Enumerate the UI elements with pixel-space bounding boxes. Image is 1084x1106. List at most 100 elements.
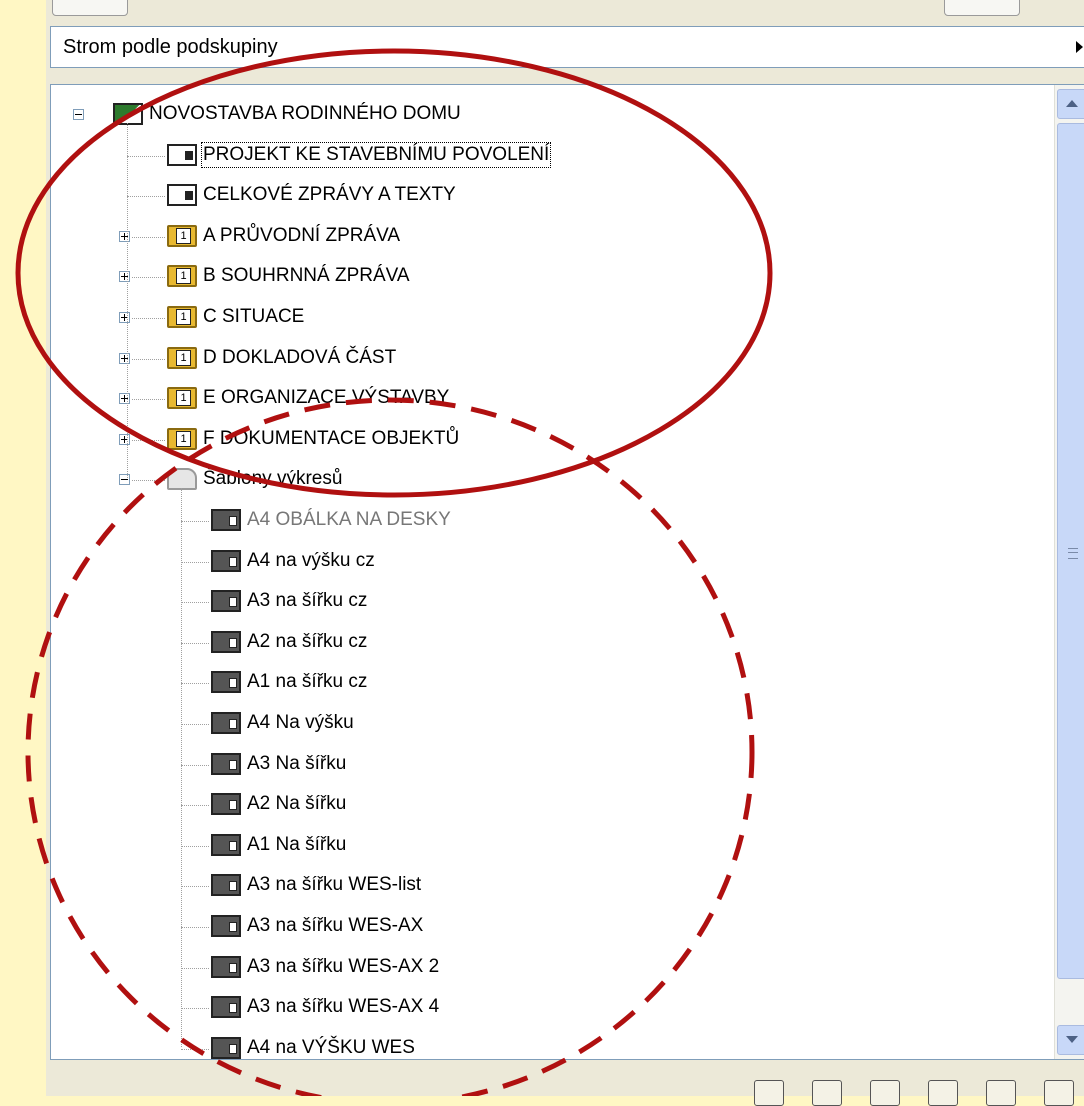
- tree-connector: [181, 764, 209, 766]
- new-page-icon[interactable]: [812, 1080, 842, 1106]
- scroll-down-icon[interactable]: [1057, 1025, 1084, 1055]
- folder-icon: [167, 387, 197, 410]
- template-node-label: A3 Na šířku: [247, 752, 347, 774]
- tree-view-select[interactable]: Strom podle podskupiny: [50, 26, 1084, 68]
- tree-node[interactable]: E ORGANIZACE VÝSTAVBY: [51, 379, 1051, 419]
- delete-icon[interactable]: [1044, 1080, 1074, 1106]
- tree-connector: [181, 845, 209, 847]
- template-node-label: A3 na šířku WES-AX: [247, 915, 424, 936]
- template-node[interactable]: A3 na šířku WES-AX: [51, 907, 1051, 947]
- expand-icon[interactable]: [119, 312, 130, 323]
- tree-connector: [132, 480, 165, 482]
- tree-node-label: CELKOVÉ ZPRÁVY A TEXTY: [203, 184, 456, 206]
- tree-connector: [132, 277, 165, 279]
- drawing-template-icon: [211, 549, 241, 572]
- tree-view-select-value: Strom podle podskupiny: [63, 36, 278, 58]
- template-node-label: A2 Na šířku: [247, 793, 347, 815]
- project-icon: [113, 103, 143, 125]
- drawing-template-icon: [211, 915, 241, 937]
- drawing-template-icon: [211, 1036, 241, 1059]
- new-template-icon[interactable]: [870, 1080, 900, 1106]
- folder-icon: [167, 224, 197, 247]
- expand-icon[interactable]: [119, 230, 130, 242]
- tree-node[interactable]: B SOUHRNNÁ ZPRÁVA: [51, 257, 1051, 297]
- collapse-icon[interactable]: [119, 474, 130, 486]
- tree-node-label: NOVOSTAVBA RODINNÉHO DOMU: [149, 103, 461, 124]
- tree-connector: [181, 927, 209, 928]
- tree-node[interactable]: PROJEKT KE STAVEBNÍMU POVOLENÍ: [51, 136, 1051, 176]
- tree-root-node[interactable]: NOVOSTAVBA RODINNÉHO DOMU: [51, 95, 1051, 135]
- drawing-template-icon: [211, 955, 241, 978]
- tree-connector: [181, 602, 209, 604]
- tree-connector: [132, 318, 165, 319]
- scroll-up-icon[interactable]: [1057, 89, 1084, 119]
- tree-connector: [181, 1048, 209, 1050]
- tree-node[interactable]: CELKOVÉ ZPRÁVY A TEXTY: [51, 176, 1051, 216]
- template-node-label: A3 na šířku cz: [247, 590, 368, 612]
- template-node-label: A3 na šířku WES-AX 2: [247, 955, 440, 977]
- tree-connector: [127, 196, 165, 198]
- bottom-toolbar: [46, 1060, 1084, 1106]
- drawing-template-icon: [211, 630, 241, 653]
- tree-connector: [181, 967, 209, 969]
- tree-connector: [181, 488, 182, 1047]
- tree-node[interactable]: F DOKUMENTACE OBJEKTŮ: [51, 420, 1051, 460]
- top-right-button[interactable]: [944, 0, 1020, 16]
- template-node[interactable]: A1 Na šířku: [51, 826, 1051, 866]
- tree-connector: [127, 123, 128, 479]
- template-node[interactable]: A4 na výšku cz: [51, 542, 1051, 582]
- tree-node[interactable]: A PRŮVODNÍ ZPRÁVA: [51, 217, 1051, 257]
- tree-node-label: F DOKUMENTACE OBJEKTŮ: [203, 427, 460, 449]
- expand-icon[interactable]: [119, 393, 130, 405]
- folder-icon: [167, 265, 197, 288]
- template-node[interactable]: A3 na šířku WES-AX 2: [51, 948, 1051, 988]
- drawing-template-icon: [211, 874, 241, 897]
- vertical-scrollbar[interactable]: [1054, 85, 1084, 1059]
- record-icon[interactable]: [986, 1080, 1016, 1106]
- expand-icon[interactable]: [119, 352, 130, 364]
- tree-connector: [181, 1008, 209, 1010]
- project-tree[interactable]: NOVOSTAVBA RODINNÉHO DOMU PROJEKT KE STAV…: [50, 84, 1084, 1060]
- template-node-label: A4 na VÝŠKU WES: [247, 1036, 415, 1058]
- folder-icon: [167, 346, 197, 369]
- tree-node[interactable]: Šablony výkresů: [51, 460, 1051, 500]
- tree-node-label: PROJEKT KE STAVEBNÍMU POVOLENÍ: [200, 141, 552, 168]
- tree-connector: [132, 399, 165, 401]
- tree-connector: [127, 155, 165, 157]
- template-node[interactable]: A3 Na šířku: [51, 745, 1051, 785]
- tree-node-label: A PRŮVODNÍ ZPRÁVA: [203, 224, 401, 246]
- tree-node-label: C SITUACE: [203, 306, 305, 327]
- folder-icon: [167, 427, 197, 450]
- template-node[interactable]: A2 Na šířku: [51, 785, 1051, 825]
- scroll-thumb[interactable]: [1057, 123, 1084, 979]
- tree-connector: [132, 439, 165, 441]
- tree-connector: [181, 886, 209, 888]
- tree-connector: [181, 521, 209, 522]
- tree-connector: [132, 358, 165, 360]
- frame-icon[interactable]: [754, 1080, 784, 1106]
- template-node[interactable]: A3 na šířku WES-list: [51, 866, 1051, 906]
- collapse-icon[interactable]: [73, 109, 84, 120]
- expand-icon[interactable]: [119, 433, 130, 445]
- template-node[interactable]: A4 na VÝŠKU WES: [51, 1029, 1051, 1059]
- expand-icon[interactable]: [119, 271, 130, 283]
- template-node-label: A4 na výšku cz: [247, 549, 375, 571]
- template-node-label: A1 Na šířku: [247, 833, 347, 855]
- drawing-template-icon: [211, 671, 241, 694]
- template-node[interactable]: A4 OBÁLKA NA DESKY: [51, 501, 1051, 541]
- new-folder-icon[interactable]: [928, 1080, 958, 1106]
- page-icon: [167, 184, 197, 207]
- template-node[interactable]: A3 na šířku cz: [51, 582, 1051, 622]
- tree-node[interactable]: D DOKLADOVÁ ČÁST: [51, 339, 1051, 379]
- template-node[interactable]: A1 na šířku cz: [51, 663, 1051, 703]
- template-node[interactable]: A4 Na výšku: [51, 704, 1051, 744]
- tree-connector: [181, 724, 209, 725]
- page-icon: [167, 143, 197, 166]
- chevron-right-icon[interactable]: [1076, 41, 1083, 53]
- drawing-template-icon: [211, 590, 241, 613]
- tree-connector: [181, 642, 209, 644]
- tree-node[interactable]: C SITUACE: [51, 298, 1051, 338]
- top-left-button[interactable]: [52, 0, 128, 16]
- template-node[interactable]: A2 na šířku cz: [51, 623, 1051, 663]
- template-node[interactable]: A3 na šířku WES-AX 4: [51, 988, 1051, 1028]
